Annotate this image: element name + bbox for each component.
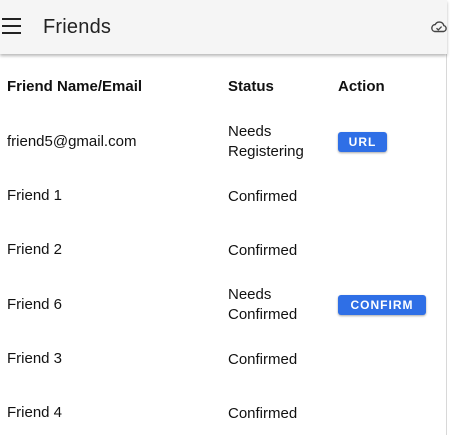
status-line: Confirmed (228, 242, 298, 259)
status-line: Confirmed (228, 405, 298, 422)
cloud-sync-icon[interactable] (430, 19, 448, 35)
status-line: Confirmed (228, 351, 298, 368)
status-line: Needs (228, 123, 272, 140)
scroll-edge-divider (446, 54, 447, 435)
table-row: Friend 2 Confirmed (0, 222, 446, 276)
status-cell: Confirmed (228, 187, 297, 207)
table-row: friend5@gmail.com Needs Registering URL (0, 114, 446, 168)
status-line: Confirmed (228, 188, 298, 205)
url-button[interactable]: URL (338, 132, 387, 152)
header-action: Action (338, 78, 385, 95)
header-friend-name-email: Friend Name/Email (7, 78, 143, 95)
app-bar: Friends (0, 0, 447, 54)
friend-name-cell: Friend 3 (7, 350, 63, 367)
page-title: Friends (43, 16, 112, 38)
friend-name-cell: Friend 6 (7, 296, 63, 313)
status-line: Registering (228, 143, 304, 160)
status-cell: Needs Registering (228, 122, 304, 162)
table-header-row: Friend Name/Email Status Action (0, 78, 446, 100)
table-row: Friend 3 Confirmed (0, 331, 446, 385)
friend-name-cell: Friend 1 (7, 187, 63, 204)
table-row: Friend 6 Needs Confirmed CONFIRM (0, 277, 446, 331)
status-cell: Confirmed (228, 350, 297, 370)
status-line: Confirmed (228, 306, 298, 323)
header-status: Status (228, 78, 274, 95)
friend-name-cell: Friend 4 (7, 404, 63, 421)
friend-name-cell: Friend 2 (7, 241, 63, 258)
status-line: Needs (228, 286, 272, 303)
confirm-button[interactable]: CONFIRM (338, 295, 426, 315)
table-row: Friend 4 Confirmed (0, 385, 446, 439)
status-cell: Confirmed (228, 404, 297, 424)
friend-name-cell: friend5@gmail.com (7, 133, 137, 150)
table-row: Friend 1 Confirmed (0, 168, 446, 222)
status-cell: Confirmed (228, 241, 297, 261)
status-cell: Needs Confirmed (228, 285, 297, 325)
hamburger-menu-icon[interactable] (2, 18, 22, 36)
